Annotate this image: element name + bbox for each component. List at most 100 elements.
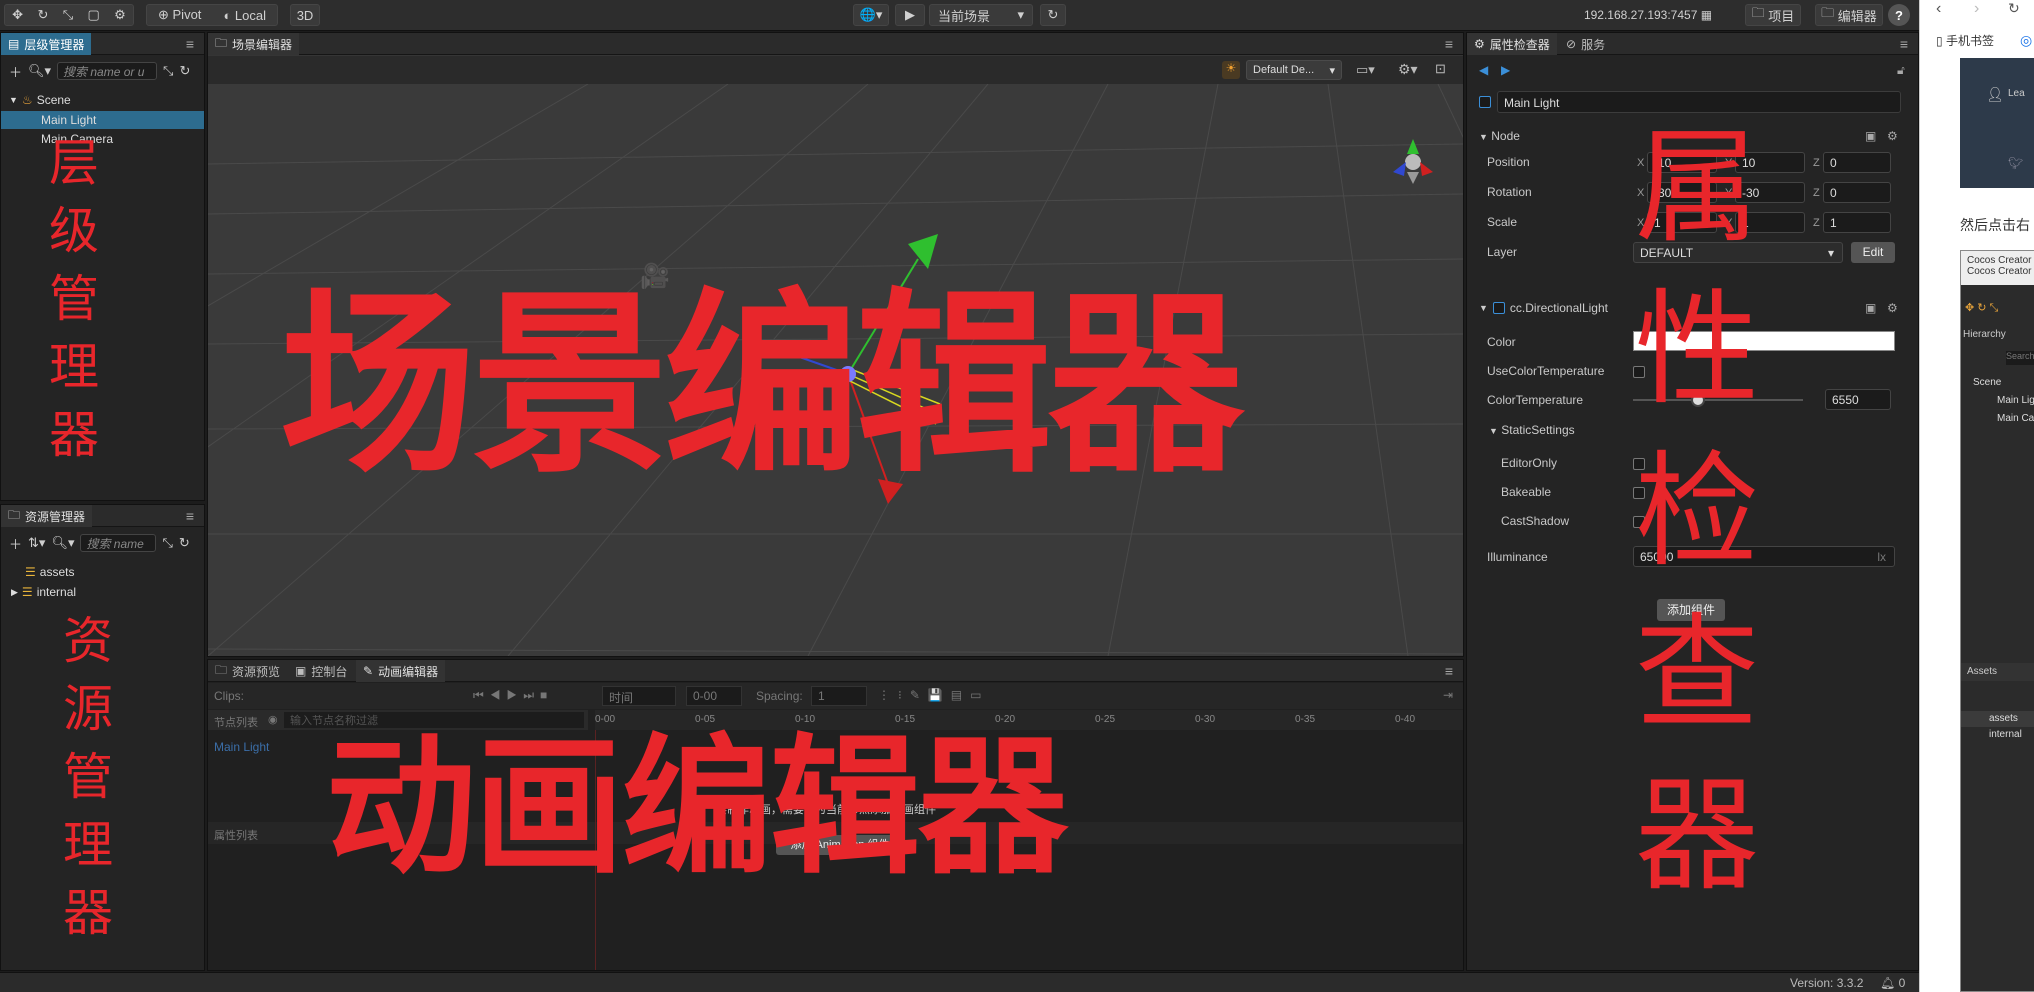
directional-light-header[interactable]: ▼ cc.DirectionalLight — [1479, 301, 1608, 315]
tab-assets[interactable]: 🗀 资源管理器 — [1, 505, 93, 527]
component-enabled-checkbox[interactable] — [1492, 302, 1505, 314]
refresh-icon[interactable]: ↻ — [179, 535, 190, 551]
back-arrow-icon[interactable]: ◀ — [1479, 63, 1488, 77]
tab-inspector[interactable]: ⚙ 属性检查器 — [1467, 33, 1557, 55]
search-icon[interactable]: 🔍︎▾ — [28, 63, 51, 79]
tab-services[interactable]: ⊘ 服务 — [1559, 33, 1612, 55]
reload-icon[interactable]: ↻ — [2008, 0, 2020, 17]
exit-icon[interactable]: ⇥ — [1443, 688, 1453, 702]
gear-icon[interactable]: ⚙▾ — [1398, 61, 1418, 78]
scene-select[interactable]: 当前场景 ▾ — [929, 4, 1033, 26]
embedded-scene: Scene — [1973, 377, 2002, 388]
hierarchy-search-input[interactable]: 搜索 name or u — [57, 62, 158, 80]
add-icon[interactable]: ＋ — [9, 62, 22, 81]
refresh-icon[interactable]: ↻ — [179, 63, 190, 79]
forward-arrow-icon[interactable]: ▶ — [1501, 63, 1510, 77]
eye-icon[interactable]: ◉ — [268, 713, 278, 726]
annotation-char: 查 — [1635, 602, 1760, 746]
notification-bell-icon[interactable]: 🔔︎ 0 — [1880, 976, 1905, 990]
tree-root-scene[interactable]: ▼ ♨ Scene — [9, 91, 71, 109]
settings-icon[interactable]: ⚙ — [1887, 129, 1898, 143]
gear-tool-icon[interactable]: ⚙ — [114, 7, 126, 23]
color-label: Color — [1487, 335, 1516, 349]
help-button[interactable]: ? — [1888, 4, 1910, 26]
editor-button[interactable]: 🗀 编辑器 — [1815, 4, 1883, 26]
collapse-icon[interactable]: ⤡ — [163, 63, 173, 79]
hierarchy-panel: ▤ 层级管理器 ≡ ＋ 🔍︎▾ 搜索 name or u ⤡ ↻ ▼ ♨ Scen… — [0, 32, 205, 501]
tab-animation[interactable]: ✎ 动画编辑器 — [356, 660, 446, 682]
globe-dropdown-icon[interactable]: 🌐▾ — [853, 4, 889, 26]
rotate-tool-icon[interactable]: ↻ — [37, 7, 48, 23]
tree-item-main-light[interactable]: Main Light — [1, 111, 204, 129]
time-input[interactable]: 0-00 — [686, 686, 742, 706]
play-button[interactable]: ▶ — [895, 4, 925, 26]
doc-icon[interactable]: ▣ — [1865, 129, 1876, 143]
asset-item-assets[interactable]: ☰ assets — [25, 563, 74, 581]
tab-console[interactable]: ▣ 控制台 — [288, 660, 354, 682]
bookmark-bar[interactable]: ▯ 手机书签 — [1936, 32, 1994, 49]
prop-list-label: 属性列表 — [214, 830, 258, 842]
playback-controls-icon[interactable]: ⏮◀▶⏭■ — [473, 688, 553, 703]
static-settings-header[interactable]: ▼ StaticSettings — [1489, 423, 1575, 437]
lock-icon[interactable]: 🔓︎ — [1897, 63, 1905, 78]
menu-icon[interactable]: ≡ — [1900, 36, 1908, 52]
lea-text: Lea — [2008, 88, 2025, 99]
add-icon[interactable]: ＋ — [9, 534, 22, 553]
spacing-input[interactable]: 1 — [811, 686, 867, 706]
embedded-screenshot: Cocos Creator Cocos Creator 3 ✥ ↻ ⤡ Hiera… — [1960, 250, 2034, 992]
tab-scene[interactable]: 🗀 场景编辑器 — [208, 33, 300, 55]
pivot-local-group: ⊕ Pivot ◐ Local — [146, 4, 278, 26]
local-button[interactable]: ◐ Local — [223, 8, 266, 23]
time-select[interactable]: 时间 — [602, 686, 676, 706]
link-icon: ⊘ — [1566, 37, 1577, 51]
settings-icon[interactable]: ⚙ — [1887, 301, 1898, 315]
annotation-char: 性 — [1635, 278, 1760, 422]
camera-select[interactable]: Default De... ▾ — [1246, 60, 1342, 80]
maximize-icon[interactable]: ⊡ — [1435, 61, 1446, 77]
3d-toggle-button[interactable]: 3D — [290, 4, 320, 26]
asset-item-internal[interactable]: ▶ ☰ internal — [11, 583, 76, 601]
pivot-label: Pivot — [172, 7, 202, 22]
use-color-temp-label: UseColorTemperature — [1487, 364, 1605, 378]
menu-icon[interactable]: ≡ — [1445, 663, 1453, 679]
chevron-down-icon: ▾ — [1329, 64, 1335, 77]
pivot-button[interactable]: ⊕ Pivot — [158, 7, 201, 23]
node-section-header[interactable]: ▼ Node — [1479, 129, 1520, 143]
menu-icon[interactable]: ≡ — [1445, 36, 1453, 52]
collapse-icon[interactable]: ⤡ — [162, 535, 172, 551]
transform-tools: ✥ ↻ ⤡ ▢ ⚙ — [4, 4, 134, 26]
rotation-z-input[interactable]: 0 — [1823, 182, 1891, 203]
tab-asset-preview[interactable]: 🗀 资源预览 — [208, 660, 287, 682]
edit-layer-button[interactable]: Edit — [1851, 242, 1895, 263]
doc-icon[interactable]: ▣ — [1865, 301, 1876, 315]
menu-icon[interactable]: ≡ — [186, 36, 194, 52]
color-temp-label: ColorTemperature — [1487, 393, 1584, 407]
node-item-main-light[interactable]: Main Light — [214, 740, 269, 754]
browser-side-strip: ‹ › ↻ ▯ 手机书签 ◎ 👤︎ Lea 🐦︎ 然后点击右 Cocos Cre… — [1919, 0, 2034, 992]
scale-z-input[interactable]: 1 — [1823, 212, 1891, 233]
keyframe-tools-icon[interactable]: ⋮⁝✎💾▤▭ — [878, 688, 990, 702]
display-options-icon[interactable]: ▭▾ — [1356, 62, 1375, 78]
clips-label: Clips: — [214, 689, 245, 703]
rect-tool-icon[interactable]: ▢ — [87, 7, 99, 23]
annotation-char: 理 — [63, 816, 113, 874]
asset-preview-label: 资源预览 — [232, 664, 281, 679]
node-active-checkbox[interactable] — [1479, 95, 1491, 111]
position-z-input[interactable]: 0 — [1823, 152, 1891, 173]
assets-search-input[interactable]: 搜索 name — [80, 534, 157, 552]
main-light-label: Main Light — [41, 113, 97, 127]
back-arrow-icon[interactable]: ‹ — [1936, 0, 1941, 18]
ip-address[interactable]: 192.168.27.193:7457 ▦ — [1584, 4, 1712, 26]
sort-icon[interactable]: ⇅▾ — [28, 535, 45, 551]
move-tool-icon[interactable]: ✥ — [12, 7, 23, 23]
tab-hierarchy[interactable]: ▤ 层级管理器 — [1, 33, 92, 55]
scale-tool-icon[interactable]: ⤡ — [63, 7, 73, 23]
menu-icon[interactable]: ≡ — [186, 508, 194, 524]
project-button[interactable]: 🗀 项目 — [1745, 4, 1801, 26]
forward-arrow-icon[interactable]: › — [1974, 0, 1979, 18]
light-toggle-icon[interactable]: ☀ — [1222, 61, 1240, 79]
search-icon[interactable]: 🔍︎▾ — [51, 535, 74, 551]
refresh-button[interactable]: ↻ — [1040, 4, 1066, 26]
color-temp-input[interactable]: 6550 — [1825, 389, 1891, 410]
chrome-icon[interactable]: ◎ — [2020, 32, 2032, 49]
